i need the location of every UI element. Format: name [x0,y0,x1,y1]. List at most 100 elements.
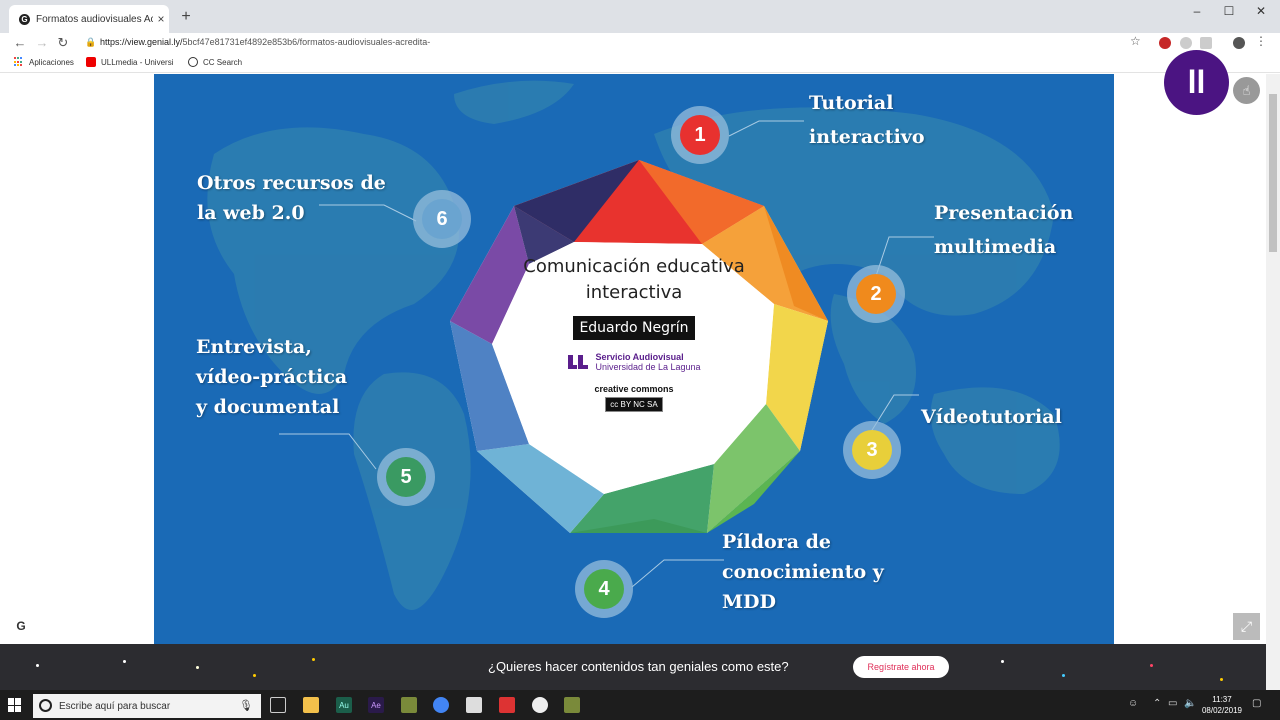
label-line: y documental [196,396,340,418]
bookmark-cc-search[interactable]: CC Search [188,57,242,67]
lock-icon: 🔒 [85,37,97,47]
bookmarks-bar: Aplicaciones ULLmedia - Universi CC Sear… [0,53,1280,73]
microphone-icon[interactable]: 🎙 [239,699,253,712]
reload-icon[interactable]: ↻ [55,34,71,52]
page-viewport: Comunicación educativa interactiva Eduar… [0,74,1280,644]
settings-gear-icon[interactable] [532,697,548,713]
item-number: 6 [422,199,462,239]
service-logo-block: Servicio Audiovisual Universidad de La L… [514,352,754,372]
label-line: Otros recursos de [197,172,386,194]
item-1-label[interactable]: Tutorial interactivo [809,86,925,154]
decoration-dot [1062,674,1065,677]
bookmark-apps[interactable]: Aplicaciones [14,57,74,67]
decoration-dot [253,674,256,677]
service-org: Universidad de La Laguna [595,362,701,372]
label-line: Presentación [934,202,1074,224]
windows-start-icon[interactable] [8,698,22,712]
item-5-label[interactable]: Entrevista, vídeo-práctica y documental [196,332,347,422]
label-line: interactivo [809,126,925,148]
label-line: Tutorial [809,92,894,114]
tray-chevron-icon[interactable]: ⌃ [1153,698,1161,709]
item-5-button[interactable]: 5 [377,448,435,506]
ull-brand-badge-icon[interactable]: ll [1164,50,1229,115]
item-number: 5 [386,457,426,497]
item-3-button[interactable]: 3 [843,421,901,479]
decoration-dot [312,658,315,661]
taskbar-search[interactable]: Escribe aquí para buscar 🎙 [33,694,261,718]
label-line: conocimiento y [722,561,884,583]
audition-icon[interactable]: Au [336,697,352,713]
taskbar-clock[interactable]: 11:37 08/02/2019 [1200,694,1244,716]
item-2-button[interactable]: 2 [847,265,905,323]
item-4-button[interactable]: 4 [575,560,633,618]
forward-icon[interactable]: → [34,34,50,52]
item-1-button[interactable]: 1 [671,106,729,164]
url-host: https://view.genial.ly/ [100,37,183,47]
notifications-icon[interactable]: ▢ [1252,698,1261,709]
back-icon[interactable]: ← [12,34,28,52]
signup-banner: ¿Quieres hacer contenidos tan geniales c… [0,644,1266,690]
windows-taskbar: Escribe aquí para buscar 🎙 Au Ae ☺ ⌃ ▭ 🔈… [0,690,1280,720]
address-bar[interactable]: 🔒 https://view.genial.ly/5bcf47e81731ef4… [80,33,1150,51]
hand-pointer-icon[interactable]: ☝ [1233,77,1260,104]
menu-kebab-icon[interactable]: ⋮ [1255,34,1267,48]
people-icon[interactable]: ☺ [1128,698,1138,709]
banner-message: ¿Quieres hacer contenidos tan geniales c… [488,659,789,674]
genially-favicon-icon: G [19,13,30,25]
item-number: 3 [852,430,892,470]
maximize-button[interactable]: ☐ [1212,2,1246,20]
genially-logo-icon: G [12,617,30,635]
app-icon[interactable] [499,697,515,713]
task-view-icon[interactable] [270,697,286,713]
decoration-dot [36,664,39,667]
tab-close-icon[interactable]: × [153,12,169,26]
label-line: MDD [722,591,776,613]
browser-tab[interactable]: G Formatos audiovisuales Acredita × [9,5,169,33]
volume-icon[interactable]: 🔈 [1184,698,1196,709]
fullscreen-icon[interactable]: ⤢ [1233,613,1260,640]
bookmark-star-icon[interactable]: ☆ [1130,34,1141,48]
cortana-icon [39,699,52,712]
extension-icon[interactable] [1159,37,1171,49]
label-line: vídeo-práctica [196,366,348,388]
center-panel: Comunicación educativa interactiva Eduar… [514,254,754,454]
item-4-label[interactable]: Píldora de conocimiento y MDD [722,527,884,617]
presentation-title: Comunicación educativa interactiva [523,256,745,303]
profile-avatar[interactable] [1233,37,1245,49]
item-3-label[interactable]: Vídeotutorial [921,400,1062,434]
bookmark-ullmedia[interactable]: ULLmedia - Universi [86,57,173,67]
cc-icon [188,57,198,67]
item-6-label[interactable]: Otros recursos de la web 2.0 [197,168,386,228]
cast-icon[interactable] [1200,37,1212,49]
author-name: Eduardo Negrín [573,316,695,340]
minimize-button[interactable]: – [1180,2,1214,20]
after-effects-icon[interactable]: Ae [368,697,384,713]
label-line: Vídeotutorial [921,406,1062,428]
close-window-button[interactable]: ✕ [1244,2,1278,20]
app-icon[interactable] [564,697,580,713]
new-tab-button[interactable]: + [178,8,194,26]
register-button[interactable]: Regístrate ahora [853,656,949,678]
item-number: 4 [584,569,624,609]
decoration-dot [1220,678,1223,681]
page-scrollbar[interactable] [1266,74,1280,690]
item-2-label[interactable]: Presentación multimedia [934,196,1073,264]
scrollbar-thumb[interactable] [1269,94,1277,252]
genially-slide: Comunicación educativa interactiva Eduar… [154,74,1114,644]
creative-commons-text: creative commons [594,384,674,394]
cc-license-badge: cc BY NC SA [605,397,663,412]
bookmark-label: ULLmedia - Universi [101,57,174,67]
clock-date: 08/02/2019 [1201,706,1243,715]
network-icon[interactable]: ▭ [1168,698,1177,709]
bookmark-label: Aplicaciones [29,57,74,67]
decoration-dot [1001,660,1004,663]
apps-grid-icon [14,57,24,67]
app-icon[interactable] [401,697,417,713]
genially-watermark[interactable]: G genially [12,617,76,635]
chrome-icon[interactable] [433,697,449,713]
extension-icon[interactable] [1180,37,1192,49]
item-6-button[interactable]: 6 [413,190,471,248]
label-line: Píldora de [722,531,831,553]
mail-icon[interactable] [466,697,482,713]
file-explorer-icon[interactable] [303,697,319,713]
